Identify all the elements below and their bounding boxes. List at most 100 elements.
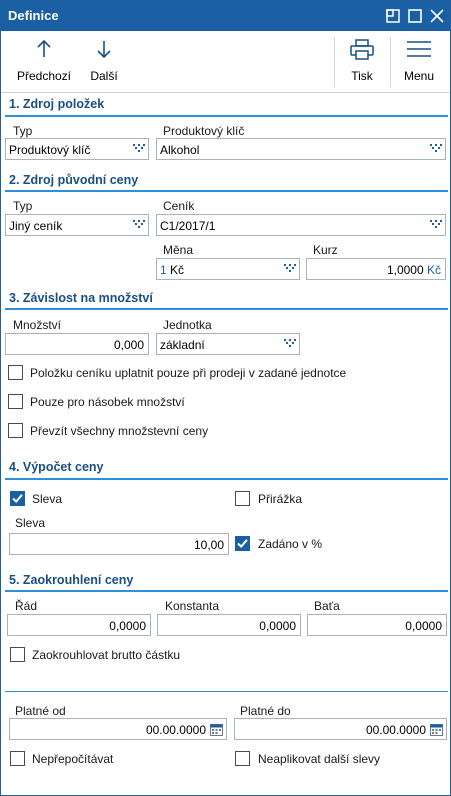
quantity-label: Množství — [13, 318, 62, 332]
close-icon[interactable] — [427, 6, 447, 26]
dropdown-icon — [133, 220, 145, 228]
next-label: Další — [90, 69, 118, 83]
items-source-type-select[interactable]: Produktový klíč — [5, 138, 149, 160]
multiple-only-checkbox[interactable] — [8, 394, 23, 409]
currency-label: Měna — [163, 243, 194, 257]
section-divider — [5, 115, 448, 117]
arrow-up-icon — [37, 39, 51, 57]
take-all-prices-label: Převzít všechny množstevní ceny — [30, 424, 209, 438]
toolbar: Předchozí Další Tisk Menu — [1, 31, 450, 93]
discount-input[interactable]: 10,00 — [9, 533, 229, 555]
calendar-icon[interactable] — [210, 723, 223, 736]
checkmark-icon — [237, 539, 248, 548]
surcharge-label: Přirážka — [258, 492, 303, 506]
constant-input[interactable]: 0,0000 — [157, 614, 301, 636]
dropdown-icon — [430, 144, 442, 152]
dropdown-icon — [284, 264, 296, 272]
multiple-only-label: Pouze pro násobek množství — [30, 395, 185, 409]
valid-from-label: Platné od — [15, 704, 66, 718]
hamburger-icon — [407, 41, 431, 57]
product-key-label: Produktový klíč — [163, 124, 245, 138]
next-button[interactable]: Další — [79, 31, 129, 91]
section-title-price-source: 2. Zdroj původní ceny — [9, 173, 139, 187]
type-label: Typ — [13, 199, 33, 213]
round-gross-label: Zaokrouhlovat brutto částku — [32, 648, 181, 662]
title-bar: Definice — [1, 1, 450, 31]
section-divider — [5, 590, 448, 592]
previous-label: Předchozí — [16, 69, 72, 83]
items-source-type-value: Produktový klíč — [9, 143, 91, 157]
bata-label: Baťa — [314, 599, 340, 613]
section-title-items-source: 1. Zdroj položek — [9, 97, 105, 111]
unit-value: základní — [160, 338, 205, 352]
no-recalculate-label: Nepřepočítávat — [32, 752, 114, 766]
dock-icon[interactable] — [383, 6, 403, 26]
dropdown-icon — [284, 339, 296, 347]
valid-to-input[interactable]: 00.00.0000 — [234, 718, 447, 740]
checkmark-icon — [12, 494, 23, 503]
unit-label: Jednotka — [163, 318, 212, 332]
validity-divider — [5, 691, 448, 692]
maximize-icon[interactable] — [405, 6, 425, 26]
pricelist-label: Ceník — [163, 199, 195, 213]
unit-only-label: Položku ceníku uplatnit pouze při prodej… — [30, 366, 347, 380]
constant-label: Konstanta — [165, 599, 220, 613]
unit-only-checkbox[interactable] — [8, 365, 23, 380]
rate-label: Kurz — [313, 243, 338, 257]
printer-icon — [350, 39, 374, 60]
no-recalculate-checkbox[interactable] — [10, 751, 25, 766]
order-label: Řád — [15, 599, 38, 613]
round-gross-checkbox[interactable] — [10, 647, 25, 662]
print-button[interactable]: Tisk — [337, 31, 387, 91]
pricelist-select[interactable]: C1/2017/1 — [156, 214, 446, 236]
pricelist-value: C1/2017/1 — [160, 219, 216, 233]
bata-value: 0,0000 — [405, 619, 442, 633]
quantity-input[interactable]: 0,000 — [5, 333, 149, 355]
type-label: Typ — [13, 124, 33, 138]
exchange-rate-input[interactable]: 1,0000 Kč — [306, 258, 446, 280]
section-title-rounding: 5. Zaokrouhlení ceny — [9, 573, 134, 587]
toolbar-separator — [390, 37, 391, 87]
discount-value-label: Sleva — [15, 516, 46, 530]
price-source-type-value: Jiný ceník — [9, 219, 63, 233]
valid-to-label: Platné do — [240, 704, 291, 718]
product-key-value: Alkohol — [160, 143, 200, 157]
no-further-discounts-checkbox[interactable] — [235, 751, 250, 766]
section-title-quantity-dependency: 3. Závislost na množství — [9, 291, 153, 305]
exchange-rate-value: 1,0000 — [386, 263, 424, 277]
toolbar-separator — [334, 37, 335, 87]
no-further-discounts-label: Neaplikovat další slevy — [258, 752, 381, 766]
currency-value: Kč — [170, 263, 185, 277]
exchange-rate-unit: Kč — [426, 263, 441, 277]
arrow-down-icon — [97, 41, 111, 59]
dropdown-icon — [133, 144, 145, 152]
menu-label: Menu — [403, 69, 435, 83]
valid-from-input[interactable]: 00.00.0000 — [9, 718, 227, 740]
definition-window: Definice Předchozí Další Tisk Menu 1. Zd… — [0, 0, 451, 796]
valid-to-value: 00.00.0000 — [365, 723, 426, 737]
constant-value: 0,0000 — [259, 619, 296, 633]
valid-from-value: 00.00.0000 — [145, 723, 206, 737]
surcharge-checkbox[interactable] — [235, 491, 250, 506]
currency-prefix: 1 — [160, 263, 167, 277]
quantity-value: 0,000 — [113, 338, 144, 352]
previous-button[interactable]: Předchozí — [9, 31, 79, 91]
take-all-prices-checkbox[interactable] — [8, 423, 23, 438]
window-title: Definice — [8, 8, 59, 23]
discount-value: 10,00 — [193, 538, 224, 552]
calendar-icon[interactable] — [430, 723, 443, 736]
unit-select[interactable]: základní — [156, 333, 300, 355]
percent-label: Zadáno v % — [258, 537, 323, 551]
currency-select[interactable]: 1 Kč — [156, 258, 300, 280]
section-divider — [5, 190, 448, 192]
price-source-type-select[interactable]: Jiný ceník — [5, 214, 149, 236]
section-title-price-calculation: 4. Výpočet ceny — [9, 460, 104, 474]
bata-input[interactable]: 0,0000 — [307, 614, 447, 636]
section-divider — [5, 478, 448, 480]
product-key-select[interactable]: Alkohol — [156, 138, 446, 160]
menu-button[interactable]: Menu — [393, 31, 445, 91]
discount-checkbox[interactable] — [10, 491, 25, 506]
percent-checkbox[interactable] — [235, 536, 250, 551]
discount-checkbox-label: Sleva — [32, 492, 63, 506]
order-input[interactable]: 0,0000 — [7, 614, 151, 636]
